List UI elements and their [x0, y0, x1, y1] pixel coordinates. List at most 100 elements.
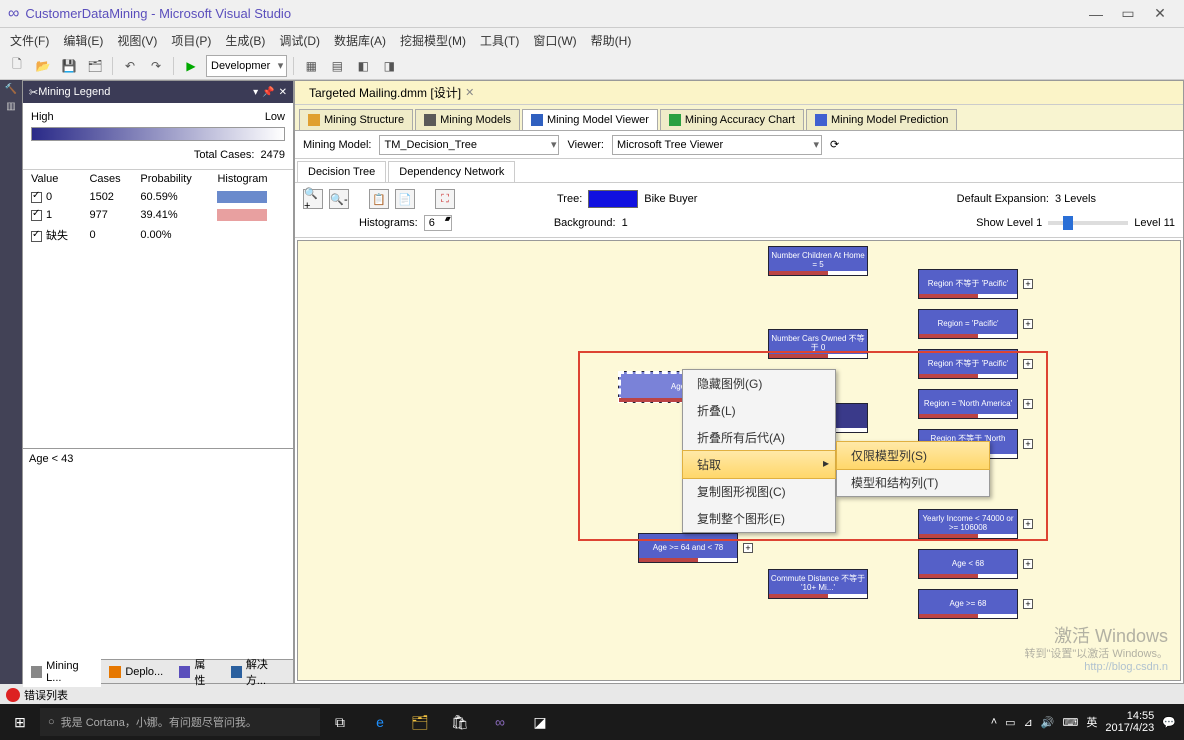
ctx-collapse[interactable]: 折叠(L)	[683, 397, 835, 424]
tab-mining-structure[interactable]: Mining Structure	[299, 109, 413, 130]
store-icon[interactable]: 🛍	[440, 714, 480, 731]
expand-icon[interactable]: +	[1023, 559, 1033, 569]
menu-help[interactable]: 帮助(H)	[585, 30, 638, 51]
checkbox[interactable]	[31, 210, 42, 221]
menu-project[interactable]: 项目(P)	[165, 30, 217, 51]
toolbar-btn-c[interactable]: ◧	[352, 55, 374, 77]
tab-mining-legend[interactable]: Mining L...	[23, 657, 101, 687]
menu-view[interactable]: 视图(V)	[111, 30, 163, 51]
tree-node[interactable]: Region 不等于 'Pacific'	[918, 349, 1018, 379]
new-project-icon[interactable]: 🗋	[6, 55, 28, 77]
tab-mining-accuracy[interactable]: Mining Accuracy Chart	[660, 109, 804, 130]
toolbar-btn-d[interactable]: ◨	[378, 55, 400, 77]
viewer-combo[interactable]: Microsoft Tree Viewer	[612, 135, 822, 155]
document-tab[interactable]: Targeted Mailing.dmm [设计] ✕	[299, 81, 484, 104]
saveall-icon[interactable]: 🗂	[84, 55, 106, 77]
expand-icon[interactable]: ⛶	[435, 189, 455, 209]
tree-canvas[interactable]: Age Number Children At Home = 5 Region 不…	[298, 241, 1180, 680]
toolbar-btn-a[interactable]: ▦	[300, 55, 322, 77]
close-button[interactable]: ✕	[1144, 3, 1176, 25]
tray-up-icon[interactable]: ˄	[991, 716, 997, 728]
tab-deploy[interactable]: Deplo...	[101, 663, 171, 681]
tab-close-icon[interactable]: ✕	[465, 86, 474, 99]
dropdown-icon[interactable]: ▾	[253, 87, 258, 98]
tab-mining-models[interactable]: Mining Models	[415, 109, 520, 130]
paste-icon[interactable]: 📄	[395, 189, 415, 209]
tree-combo[interactable]: Bike Buyer	[644, 193, 844, 205]
expand-icon[interactable]: +	[743, 543, 753, 553]
checkbox[interactable]	[31, 231, 42, 242]
zoom-in-icon[interactable]: 🔍+	[303, 189, 323, 209]
minimize-button[interactable]: ―	[1080, 3, 1112, 25]
redo-icon[interactable]: ↷	[145, 55, 167, 77]
ctx-copy-graph[interactable]: 复制图形视图(C)	[683, 478, 835, 505]
subtab-dependency-network[interactable]: Dependency Network	[388, 161, 515, 182]
ctx-drill[interactable]: 钻取▸	[682, 450, 836, 479]
notifications-icon[interactable]: 💬	[1162, 716, 1176, 729]
tab-properties[interactable]: 属性	[171, 653, 222, 691]
pin-icon[interactable]: 📌	[262, 87, 274, 98]
explorer-icon[interactable]: 🗂	[400, 714, 440, 731]
ctx-struct-cols[interactable]: 模型和结构列(T)	[837, 469, 989, 496]
tree-node[interactable]: Commute Distance 不等于 '10+ Mi...'	[768, 569, 868, 599]
expand-icon[interactable]: +	[1023, 599, 1033, 609]
volume-icon[interactable]: 🔊	[1041, 716, 1055, 729]
app-icon[interactable]: ◪	[520, 714, 560, 731]
expand-icon[interactable]: +	[1023, 319, 1033, 329]
ctx-model-cols[interactable]: 仅限模型列(S)	[836, 441, 990, 470]
tree-node[interactable]: Age < 68	[918, 549, 1018, 579]
menu-file[interactable]: 文件(F)	[4, 30, 55, 51]
server-icon[interactable]: ▥	[6, 101, 15, 112]
histograms-spinner[interactable]: 6	[424, 215, 452, 231]
ime-icon[interactable]: ⌨	[1062, 716, 1078, 729]
checkbox[interactable]	[31, 192, 42, 203]
menu-build[interactable]: 生成(B)	[219, 30, 271, 51]
tree-node[interactable]: Region = 'North America'	[918, 389, 1018, 419]
refresh-icon[interactable]: ⟳	[830, 138, 839, 151]
tree-node[interactable]: Age >= 64 and < 78	[638, 533, 738, 563]
zoom-out-icon[interactable]: 🔍-	[329, 189, 349, 209]
tree-node[interactable]: Number Children At Home = 5	[768, 246, 868, 276]
tree-node[interactable]: Age >= 68	[918, 589, 1018, 619]
ctx-collapse-all[interactable]: 折叠所有后代(A)	[683, 424, 835, 451]
panel-close-icon[interactable]: ✕	[279, 87, 287, 98]
tab-mining-prediction[interactable]: Mining Model Prediction	[806, 109, 957, 130]
expand-icon[interactable]: +	[1023, 359, 1033, 369]
menu-window[interactable]: 窗口(W)	[527, 30, 582, 51]
mining-model-combo[interactable]: TM_Decision_Tree	[379, 135, 559, 155]
start-debug-icon[interactable]: ▶	[180, 55, 202, 77]
undo-icon[interactable]: ↶	[119, 55, 141, 77]
expand-icon[interactable]: +	[1023, 519, 1033, 529]
taskview-icon[interactable]: ⧉	[320, 714, 360, 731]
copy-icon[interactable]: 📋	[369, 189, 389, 209]
open-icon[interactable]: 📂	[32, 55, 54, 77]
toolbar-btn-b[interactable]: ▤	[326, 55, 348, 77]
level-slider[interactable]	[1048, 221, 1128, 225]
tree-node[interactable]: Yearly Income < 74000 or >= 106008	[918, 509, 1018, 539]
battery-icon[interactable]: ▭	[1005, 716, 1015, 729]
expand-icon[interactable]: +	[1023, 399, 1033, 409]
taskbar-clock[interactable]: 14:55 2017/4/23	[1105, 710, 1154, 734]
background-combo[interactable]: 1	[622, 217, 762, 229]
menu-mining[interactable]: 挖掘模型(M)	[394, 30, 472, 51]
config-combo[interactable]: Developmer	[206, 55, 287, 77]
ime-lang[interactable]: 英	[1086, 714, 1097, 730]
menu-debug[interactable]: 调试(D)	[273, 30, 326, 51]
expand-icon[interactable]: +	[1023, 439, 1033, 449]
ctx-copy-entire[interactable]: 复制整个图形(E)	[683, 505, 835, 532]
expansion-combo[interactable]: 3 Levels	[1055, 193, 1175, 205]
menu-tools[interactable]: 工具(T)	[474, 30, 525, 51]
subtab-decision-tree[interactable]: Decision Tree	[297, 161, 386, 182]
tab-mining-model-viewer[interactable]: Mining Model Viewer	[522, 109, 658, 130]
cortana-search[interactable]: ○ 我是 Cortana，小娜。有问题尽管问我。	[40, 708, 320, 736]
tab-solution[interactable]: 解决方...	[223, 653, 293, 691]
ctx-hide-legend[interactable]: 隐藏图例(G)	[683, 370, 835, 397]
menu-database[interactable]: 数据库(A)	[328, 30, 392, 51]
edge-icon[interactable]: e	[360, 714, 400, 730]
tree-node[interactable]: Region 不等于 'Pacific'	[918, 269, 1018, 299]
maximize-button[interactable]: ▭	[1112, 3, 1144, 25]
save-icon[interactable]: 💾	[58, 55, 80, 77]
vs-icon[interactable]: ∞	[480, 714, 520, 730]
expand-icon[interactable]: +	[1023, 279, 1033, 289]
start-button[interactable]: ⊞	[0, 714, 40, 731]
